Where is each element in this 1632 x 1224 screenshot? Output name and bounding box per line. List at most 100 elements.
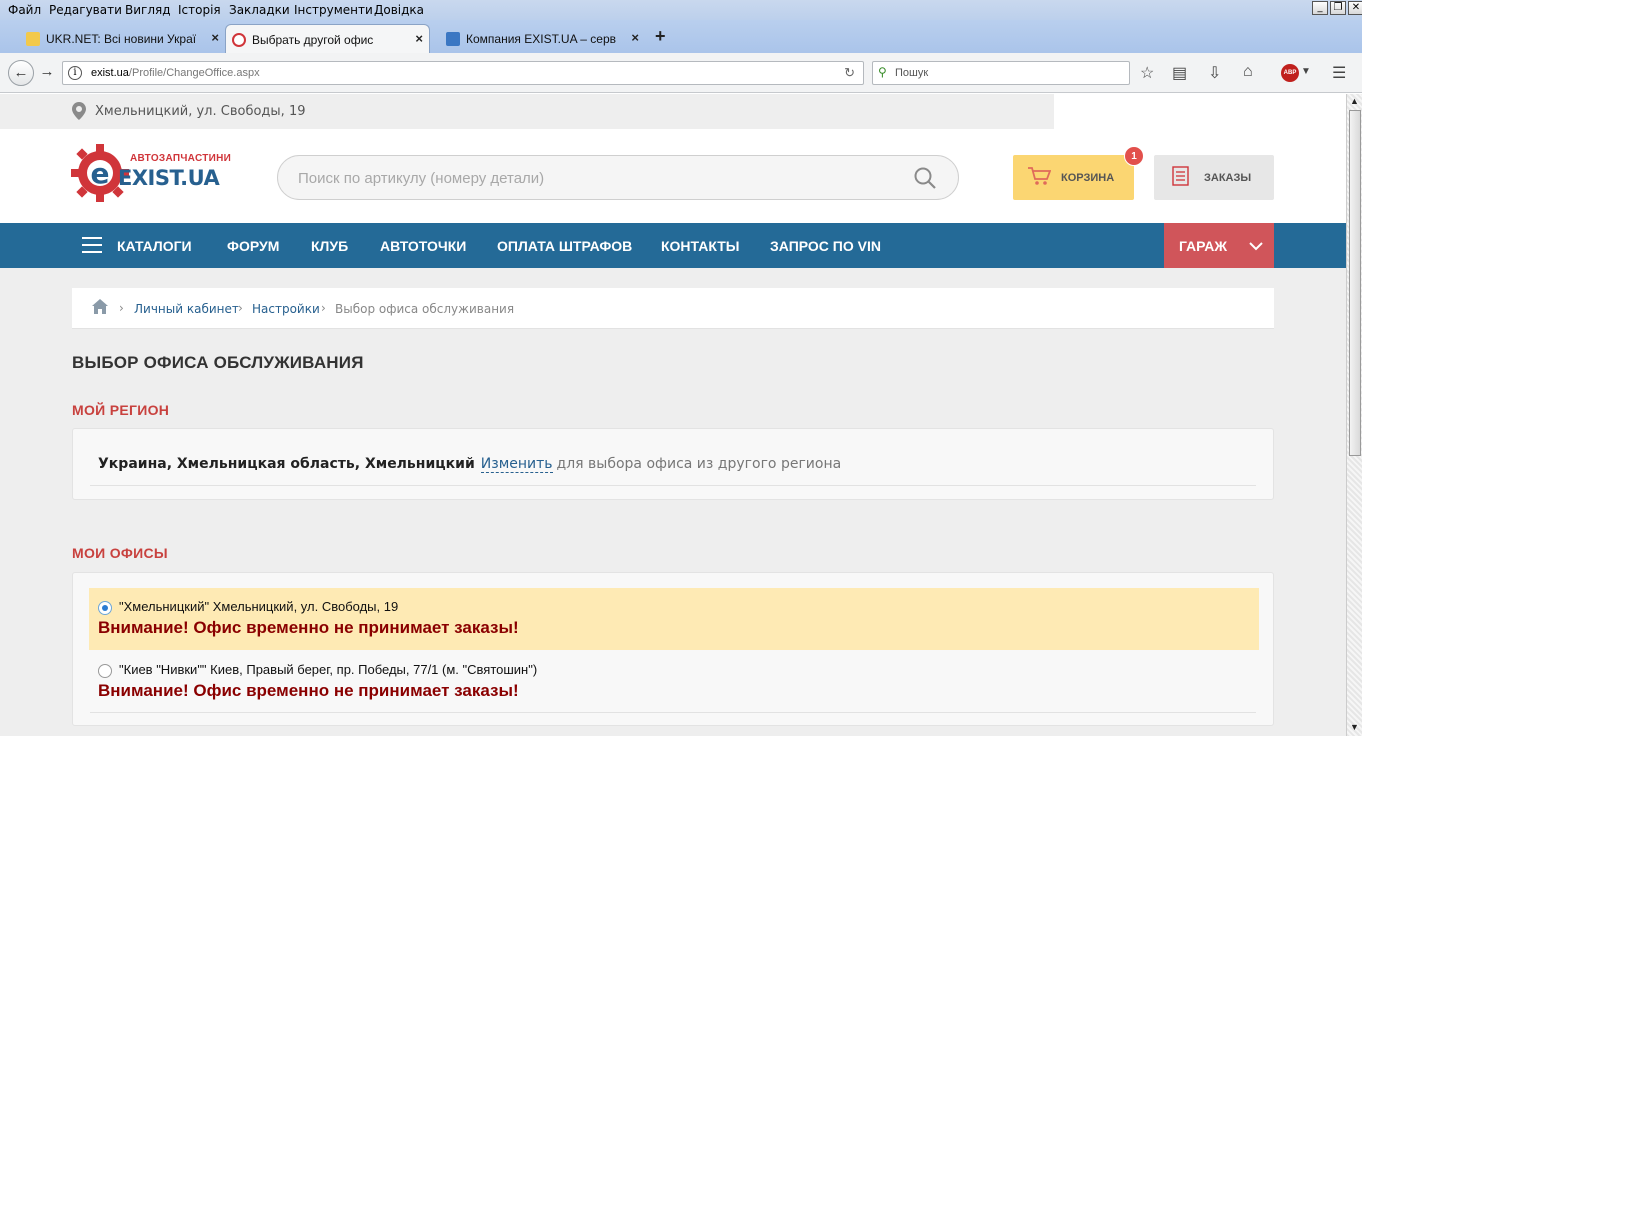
cart-label: КОРЗИНА <box>1061 172 1115 184</box>
nav-fines[interactable]: ОПЛАТА ШТРАФОВ <box>497 238 632 254</box>
exist-favicon-icon <box>232 33 246 47</box>
scrollbar-thumb[interactable] <box>1349 110 1361 456</box>
browser-search-field[interactable]: ⚲ Пошук <box>872 61 1130 85</box>
office-name: "Хмельницкий" Хмельницкий, ул. Свободы, … <box>119 599 399 614</box>
logo-tagline: АВТОЗАПЧАСТИНИ <box>130 153 232 164</box>
bookmark-star-icon[interactable]: ☆ <box>1140 63 1154 83</box>
tab-ukrnet[interactable]: UKR.NET: Всі новини Україн... × <box>20 24 225 53</box>
page-title: ВЫБОР ОФИСА ОБСЛУЖИВАНИЯ <box>72 353 364 372</box>
breadcrumb: › Личный кабинет › Настройки › Выбор офи… <box>72 288 1274 329</box>
reading-list-icon[interactable]: ▤ <box>1172 63 1187 83</box>
nav-toolbar: ← → i exist.ua/Profile/ChangeOffice.aspx… <box>0 53 1362 93</box>
map-pin-icon <box>72 102 86 120</box>
minimize-button[interactable]: _ <box>1312 1 1328 15</box>
nav-forum[interactable]: ФОРУМ <box>227 238 279 254</box>
office-warning: Внимание! Офис временно не принимает зак… <box>98 618 519 637</box>
divider <box>90 712 1256 713</box>
exist-logo[interactable]: e АВТОЗАПЧАСТИНИ EXIST.UA <box>70 141 231 203</box>
office-radio[interactable] <box>98 601 112 615</box>
exist-company-favicon-icon <box>446 32 460 46</box>
tab-title: UKR.NET: Всі новини Україн... <box>46 32 196 46</box>
svg-text:e: e <box>91 157 110 190</box>
menu-view[interactable]: Вигляд <box>125 3 171 17</box>
chevron-down-icon <box>1249 242 1263 251</box>
logo-wordmark: EXIST.UA <box>118 166 220 190</box>
orders-button[interactable]: ЗАКАЗЫ <box>1154 155 1274 200</box>
tab-close-icon[interactable]: × <box>211 30 219 45</box>
restore-button[interactable]: ❐ <box>1330 1 1346 15</box>
catalog-menu-icon[interactable] <box>82 237 102 253</box>
main-navigation: КАТАЛОГИ ФОРУМ КЛУБ АВТОТОЧКИ ОПЛАТА ШТР… <box>0 223 1346 268</box>
url-bar[interactable]: i exist.ua/Profile/ChangeOffice.aspx ↻ <box>62 61 864 85</box>
back-button[interactable]: ← <box>8 60 34 86</box>
site-header: e АВТОЗАПЧАСТИНИ EXIST.UA КОРЗИНА <box>0 129 1346 223</box>
tab-close-icon[interactable]: × <box>415 31 423 46</box>
breadcrumb-separator-icon: › <box>238 301 243 315</box>
tab-strip: UKR.NET: Всі новини Україн... × Выбрать … <box>0 20 1362 53</box>
office-radio[interactable] <box>98 664 112 678</box>
offices-card: "Хмельницкий" Хмельницкий, ул. Свободы, … <box>72 572 1274 726</box>
menu-edit[interactable]: Редагувати <box>49 3 122 17</box>
tab-close-icon[interactable]: × <box>631 30 639 45</box>
adblock-dropdown-icon[interactable]: ▼ <box>1301 66 1311 77</box>
office-option[interactable]: "Киев "Нивки"" Киев, Правый берег, пр. П… <box>89 651 1259 713</box>
reload-icon[interactable]: ↻ <box>844 65 855 81</box>
menu-file[interactable]: Файл <box>8 3 41 17</box>
breadcrumb-settings[interactable]: Настройки <box>252 302 320 316</box>
home-icon[interactable]: ⌂ <box>1243 63 1253 81</box>
page-viewport: Хмельницкий, ул. Свободы, 19 e АВТОЗАПЧА… <box>0 94 1346 736</box>
adblock-icon[interactable]: ABP <box>1281 64 1299 82</box>
browser-window: Файл Редагувати Вигляд Історія Закладки … <box>0 0 1362 736</box>
breadcrumb-current: Выбор офиса обслуживания <box>335 302 515 316</box>
offices-heading: МОИ ОФИСЫ <box>72 545 168 561</box>
nav-vin-request[interactable]: ЗАПРОС ПО VIN <box>770 238 881 254</box>
url-text: exist.ua/Profile/ChangeOffice.aspx <box>91 67 260 79</box>
office-option[interactable]: "Хмельницкий" Хмельницкий, ул. Свободы, … <box>89 588 1259 650</box>
forward-button[interactable]: → <box>34 60 60 86</box>
garage-label: ГАРАЖ <box>1179 238 1228 254</box>
menu-bar: Файл Редагувати Вигляд Історія Закладки … <box>0 0 1362 20</box>
downloads-icon[interactable]: ⇩ <box>1208 63 1221 83</box>
new-tab-button[interactable]: + <box>655 26 666 47</box>
menu-help[interactable]: Довідка <box>374 3 424 17</box>
tab-title: Компания EXIST.UA – серви... <box>466 32 616 46</box>
cart-button[interactable]: КОРЗИНА 1 <box>1013 146 1144 200</box>
change-region-link[interactable]: Изменить <box>480 456 553 473</box>
tab-title: Выбрать другой офис <box>252 33 374 47</box>
nav-contacts[interactable]: КОНТАКТЫ <box>661 238 739 254</box>
vertical-scrollbar[interactable]: ▲ ▼ <box>1346 94 1362 736</box>
orders-label: ЗАКАЗЫ <box>1204 172 1252 184</box>
cart-count-badge: 1 <box>1124 146 1144 166</box>
region-line: Украина, Хмельницкая область, Хмельницки… <box>98 456 842 473</box>
region-value: Украина, Хмельницкая область, Хмельницки… <box>98 456 475 472</box>
ukrnet-favicon-icon <box>26 32 40 46</box>
hamburger-menu-icon[interactable]: ☰ <box>1332 63 1346 83</box>
menu-tools[interactable]: Інструменти <box>294 3 373 17</box>
tab-change-office[interactable]: Выбрать другой офис × <box>225 24 430 53</box>
scroll-up-icon[interactable]: ▲ <box>1350 96 1359 106</box>
nav-club[interactable]: КЛУБ <box>311 238 348 254</box>
tab-exist-company[interactable]: Компания EXIST.UA – серви... × <box>440 24 645 53</box>
divider <box>90 485 1256 486</box>
current-office-location[interactable]: Хмельницкий, ул. Свободы, 19 <box>95 104 305 119</box>
search-icon[interactable] <box>914 167 936 189</box>
search-engine-icon[interactable]: ⚲ <box>878 65 887 79</box>
part-search-input[interactable] <box>298 167 878 189</box>
office-warning: Внимание! Офис временно не принимает зак… <box>98 681 519 700</box>
home-icon[interactable] <box>92 299 108 314</box>
site-info-icon[interactable]: i <box>68 66 82 80</box>
scroll-down-icon[interactable]: ▼ <box>1350 722 1359 732</box>
menu-history[interactable]: Історія <box>178 3 221 17</box>
nav-autopoints[interactable]: АВТОТОЧКИ <box>380 238 466 254</box>
menu-bookmarks[interactable]: Закладки <box>229 3 290 17</box>
nav-catalogs[interactable]: КАТАЛОГИ <box>117 238 192 254</box>
region-hint: для выбора офиса из другого региона <box>556 456 842 472</box>
garage-dropdown[interactable]: ГАРАЖ <box>1164 223 1274 268</box>
close-window-button[interactable]: ✕ <box>1348 1 1362 15</box>
url-host: exist.ua <box>91 67 129 79</box>
region-card: Украина, Хмельницкая область, Хмельницки… <box>72 428 1274 500</box>
location-strip: Хмельницкий, ул. Свободы, 19 <box>0 94 1346 129</box>
breadcrumb-cabinet[interactable]: Личный кабинет <box>134 302 239 316</box>
region-heading: МОЙ РЕГИОН <box>72 402 170 418</box>
breadcrumb-separator-icon: › <box>119 301 124 315</box>
